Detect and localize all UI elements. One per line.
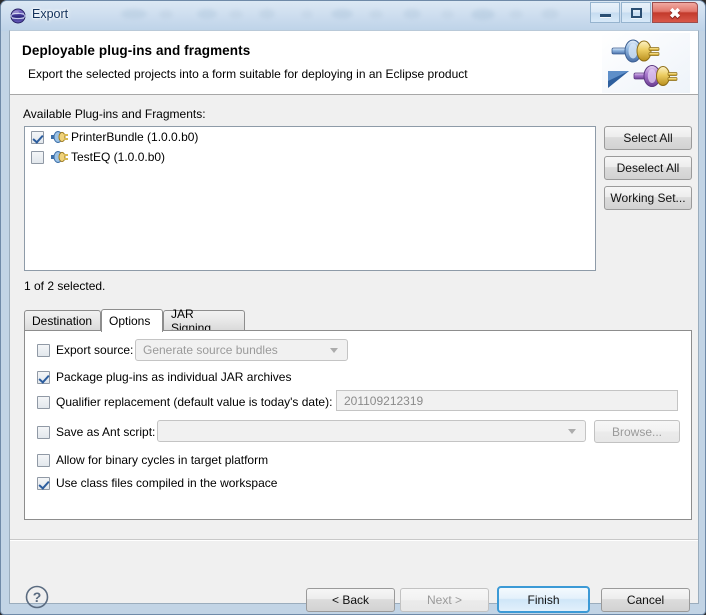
next-button: Next > <box>400 588 489 612</box>
tab-destination[interactable]: Destination <box>24 310 101 331</box>
ant-script-row[interactable]: Save as Ant script: <box>37 423 155 441</box>
ant-script-label: Save as Ant script: <box>56 425 156 439</box>
maximize-button[interactable] <box>621 2 651 23</box>
browse-button[interactable]: Browse... <box>594 420 680 443</box>
chevron-down-icon <box>330 348 338 353</box>
use-class-files-row[interactable]: Use class files compiled in the workspac… <box>37 474 277 492</box>
binary-cycles-label: Allow for binary cycles in target platfo… <box>56 453 269 467</box>
window-title: Export <box>32 7 69 21</box>
wizard-banner: Deployable plug-ins and fragments Export… <box>10 31 698 95</box>
maximize-icon <box>622 3 650 22</box>
plugin-name: PrinterBundle (1.0.0.b0) <box>71 130 199 144</box>
plugin-name: TestEQ (1.0.0.b0) <box>71 150 166 164</box>
ant-script-checkbox[interactable] <box>37 425 50 439</box>
select-all-button[interactable]: Select All <box>604 126 692 150</box>
plugin-icon <box>51 131 68 143</box>
plugin-checkbox[interactable] <box>31 150 44 164</box>
minimize-icon <box>591 3 619 22</box>
minimize-button[interactable] <box>590 2 620 23</box>
binary-cycles-checkbox[interactable] <box>37 453 50 467</box>
options-tab-panel: Export source: Generate source bundles P… <box>24 330 692 520</box>
working-set-button[interactable]: Working Set... <box>604 186 692 210</box>
qualifier-checkbox[interactable] <box>37 395 50 409</box>
page-description: Export the selected projects into a form… <box>28 67 468 81</box>
plugin-icon <box>51 151 68 163</box>
ant-script-combo[interactable] <box>157 420 586 442</box>
qualifier-row[interactable]: Qualifier replacement (default value is … <box>37 393 332 411</box>
use-class-files-label: Use class files compiled in the workspac… <box>56 476 278 490</box>
package-jars-label: Package plug-ins as individual JAR archi… <box>56 370 292 384</box>
tab-options[interactable]: Options <box>101 309 163 332</box>
back-button[interactable]: < Back <box>306 588 395 612</box>
close-button[interactable]: ✖ <box>652 2 698 23</box>
tab-strip: Destination Options JAR Signing <box>24 307 692 335</box>
binary-cycles-row[interactable]: Allow for binary cycles in target platfo… <box>37 451 268 469</box>
eclipse-globe-icon <box>10 8 26 24</box>
export-source-combo[interactable]: Generate source bundles <box>135 339 348 361</box>
qualifier-input[interactable]: 201109212319 <box>336 390 678 411</box>
window-titlebar: Export ✖ <box>1 1 705 30</box>
qualifier-value: 201109212319 <box>344 393 424 408</box>
use-class-files-checkbox[interactable] <box>37 476 50 490</box>
chevron-down-icon <box>568 429 576 434</box>
available-plugins-label: Available Plug-ins and Fragments: <box>23 107 206 121</box>
svg-text:?: ? <box>33 589 42 605</box>
page-title: Deployable plug-ins and fragments <box>22 43 251 58</box>
list-item[interactable]: TestEQ (1.0.0.b0) <box>25 147 595 167</box>
qualifier-label: Qualifier replacement (default value is … <box>56 395 333 409</box>
selection-status: 1 of 2 selected. <box>24 279 106 293</box>
package-jars-checkbox[interactable] <box>37 370 50 384</box>
footer-separator <box>10 539 698 541</box>
deselect-all-button[interactable]: Deselect All <box>604 156 692 180</box>
cancel-button[interactable]: Cancel <box>601 588 690 612</box>
close-icon: ✖ <box>669 4 681 21</box>
plugin-export-icon <box>602 33 690 93</box>
finish-button[interactable]: Finish <box>497 586 590 613</box>
export-dialog-window: Export ✖ Deployable plug-ins and fragmen… <box>0 0 706 615</box>
export-source-checkbox[interactable] <box>37 343 50 357</box>
package-jars-row[interactable]: Package plug-ins as individual JAR archi… <box>37 368 291 386</box>
plugins-list[interactable]: PrinterBundle (1.0.0.b0) TestEQ (1.0.0.b… <box>24 126 596 271</box>
export-source-row[interactable]: Export source: <box>37 341 133 359</box>
list-item[interactable]: PrinterBundle (1.0.0.b0) <box>25 127 595 147</box>
help-icon[interactable]: ? <box>24 584 50 610</box>
export-source-label: Export source: <box>56 343 134 357</box>
plugin-checkbox[interactable] <box>31 130 44 144</box>
tab-jar-signing[interactable]: JAR Signing <box>163 307 245 335</box>
dialog-client-area: Deployable plug-ins and fragments Export… <box>9 30 699 613</box>
export-source-combo-value: Generate source bundles <box>143 343 278 357</box>
